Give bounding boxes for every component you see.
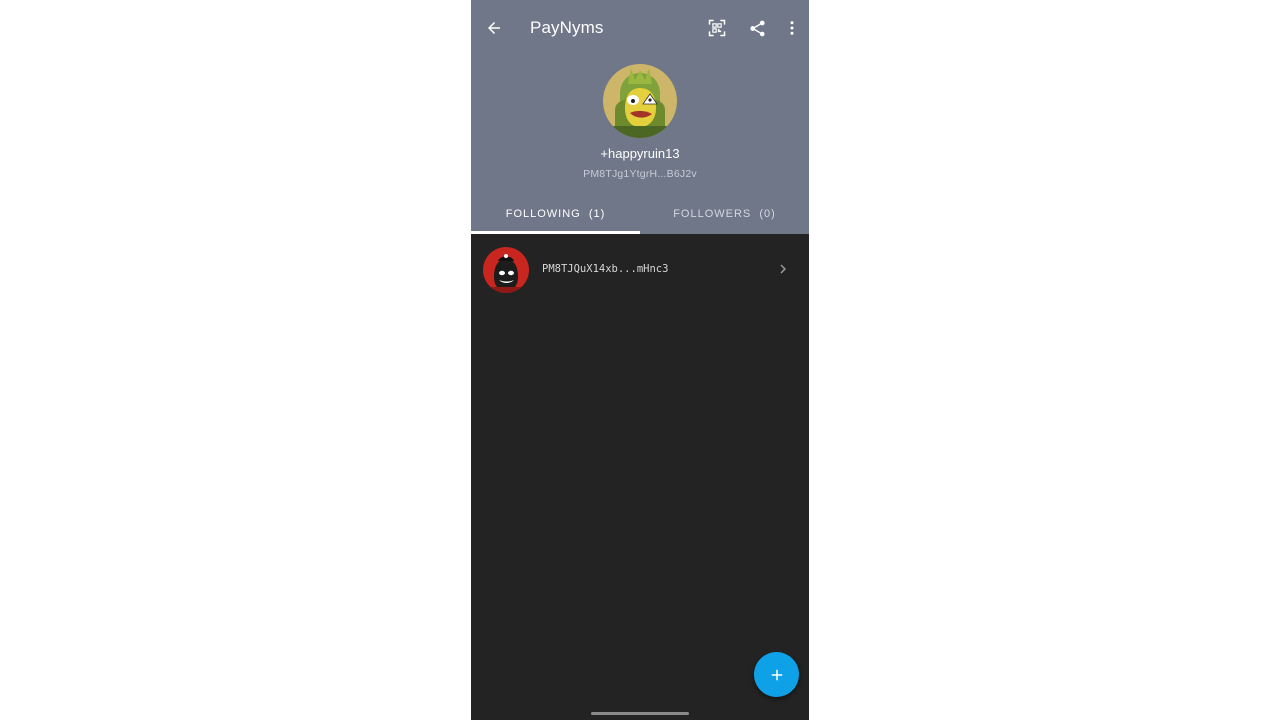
- profile-header: PayNyms +happyruin13 PM8TJg1YtgrH...B6J2…: [471, 0, 809, 234]
- share-button[interactable]: [741, 12, 773, 44]
- add-paynym-button[interactable]: [754, 652, 799, 697]
- payment-code[interactable]: PM8TJg1YtgrH...B6J2v: [471, 168, 809, 180]
- following-payment-code: PM8TJQuX14xb...mHnc3: [542, 263, 669, 275]
- phone-screen: PayNyms +happyruin13 PM8TJg1YtgrH...B6J2…: [471, 0, 809, 720]
- page-title: PayNyms: [530, 18, 604, 37]
- qr-scan-button[interactable]: [701, 12, 733, 44]
- app-bar: PayNyms: [471, 0, 809, 56]
- tab-followers[interactable]: FOLLOWERS (0): [640, 198, 809, 234]
- arrow-back-icon: [488, 22, 500, 34]
- more-options-button[interactable]: [776, 12, 808, 44]
- share-icon: [749, 20, 765, 36]
- more-vert-icon: [790, 21, 794, 35]
- tab-indicator: [471, 231, 640, 234]
- chevron-right-icon: [780, 264, 786, 274]
- qr-scan-icon: [708, 19, 726, 37]
- paynym-name: +happyruin13: [600, 146, 680, 161]
- plus-icon: [771, 669, 782, 680]
- list-item[interactable]: PM8TJQuX14xb...mHnc3: [471, 244, 809, 294]
- tab-following-label: FOLLOWING (1): [505, 208, 606, 220]
- red-avatar-icon: [483, 247, 529, 293]
- frog-avatar-icon: [603, 64, 677, 138]
- tab-following[interactable]: FOLLOWING (1): [471, 198, 640, 234]
- back-button[interactable]: [478, 12, 510, 44]
- home-indicator: [591, 712, 689, 715]
- tab-followers-label: FOLLOWERS (0): [673, 208, 776, 220]
